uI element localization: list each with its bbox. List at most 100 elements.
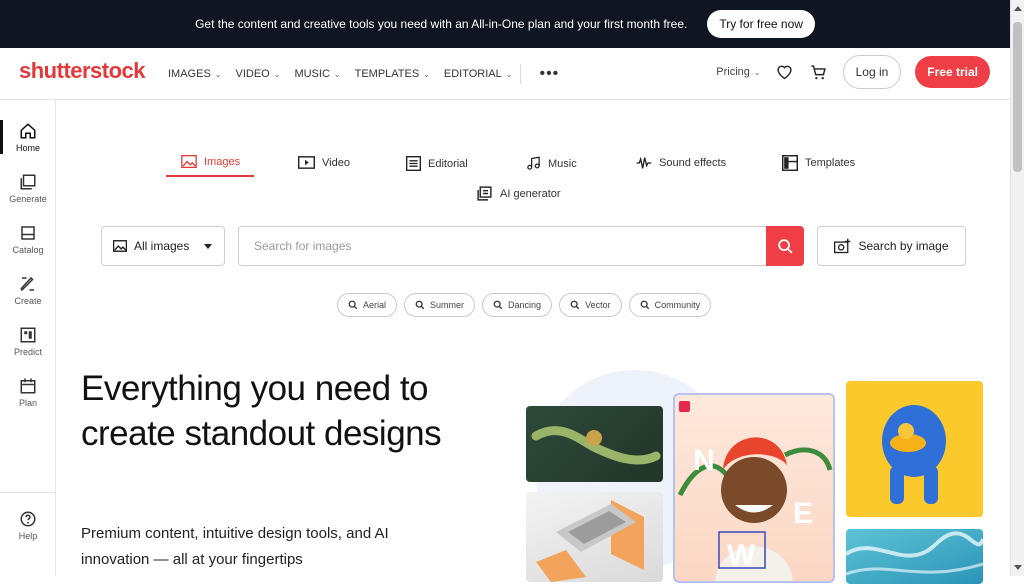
tab-label: Editorial: [428, 157, 468, 170]
shutterstock-logo[interactable]: shutterstock: [19, 58, 146, 84]
collage-letter-e: E: [793, 497, 813, 530]
login-button[interactable]: Log in: [842, 55, 902, 89]
media-type-dropdown[interactable]: All images: [101, 226, 225, 266]
nav-music[interactable]: MUSIC ⌄: [294, 68, 340, 80]
main-nav: IMAGES ⌄ VIDEO ⌄ MUSIC ⌄ TEMPLATES ⌄ EDITORI…: [168, 64, 559, 84]
catalog-icon: [21, 226, 35, 240]
sidebar-label: Help: [18, 531, 38, 541]
chip-summer[interactable]: Summer: [404, 293, 476, 317]
chip-label: Aerial: [363, 300, 387, 310]
cart-icon[interactable]: [809, 62, 829, 82]
nav-images[interactable]: IMAGES ⌄: [168, 68, 222, 80]
wave-sculpture-illustration: [531, 426, 661, 465]
nav-templates[interactable]: TEMPLATES ⌄: [355, 68, 430, 80]
nav-music-label: MUSIC: [294, 68, 330, 80]
blue-creature-illustration: [882, 405, 946, 504]
search-input[interactable]: [239, 227, 766, 265]
search-icon: [348, 300, 358, 310]
header-actions: Pricing ⌄ Log in Free trial: [716, 55, 990, 89]
chip-label: Dancing: [508, 300, 542, 310]
sidebar-item-plan[interactable]: Plan: [0, 377, 56, 408]
nav-templates-label: TEMPLATES: [354, 68, 420, 80]
tab-ai-generator[interactable]: AI generator: [476, 185, 561, 202]
search-icon: [777, 238, 793, 254]
collage-letter-n: N: [693, 444, 715, 477]
sidebar-item-catalog[interactable]: Catalog: [0, 224, 56, 255]
blue-creature-image[interactable]: [846, 381, 983, 517]
nav-video[interactable]: VIDEO ⌄: [236, 68, 281, 80]
help-icon: [20, 511, 36, 527]
chip-label: Vector: [585, 300, 611, 310]
media-type-value: All images: [134, 239, 190, 253]
pricing-menu[interactable]: Pricing ⌄: [716, 66, 760, 78]
video-icon: [298, 156, 315, 169]
sidebar-item-help[interactable]: Help: [0, 510, 56, 541]
editorial-icon: [406, 156, 421, 171]
chip-label: Community: [654, 300, 701, 310]
search-by-image-label: Search by image: [858, 239, 949, 253]
chip-community[interactable]: Community: [628, 293, 712, 317]
nav-images-label: IMAGES: [168, 68, 211, 80]
heart-icon[interactable]: [775, 62, 795, 82]
sidebar-label: Plan: [18, 398, 37, 408]
nav-editorial-label: EDITORIAL: [443, 68, 502, 80]
waveform-icon: [636, 156, 652, 169]
chip-label: Summer: [430, 300, 465, 310]
search-button[interactable]: [766, 226, 804, 266]
create-icon: [20, 276, 34, 292]
templates-icon: [782, 155, 798, 171]
collage-letter-w: W: [727, 539, 756, 572]
sidebar-label: Predict: [13, 347, 42, 357]
sidebar-item-generate[interactable]: Generate: [0, 173, 56, 204]
tab-label: Sound effects: [659, 157, 727, 169]
nav-editorial[interactable]: EDITORIAL ⌄: [444, 68, 513, 80]
sidebar-label: Create: [14, 296, 42, 306]
promo-text: Get the content and creative tools you n…: [195, 17, 688, 31]
image-icon: [181, 155, 197, 168]
search-icon: [415, 300, 425, 310]
home-icon: [20, 123, 36, 139]
free-trial-button[interactable]: Free trial: [915, 56, 990, 88]
scroll-up-arrow-icon[interactable]: [1014, 6, 1022, 11]
promo-banner: Get the content and creative tools you n…: [0, 0, 1010, 48]
camera-plus-icon: [834, 238, 851, 254]
search-by-image-button[interactable]: Search by image: [817, 226, 966, 266]
sidebar-item-predict[interactable]: Predict: [0, 326, 56, 357]
tab-music[interactable]: Music: [526, 156, 577, 171]
scrollbar[interactable]: [1010, 0, 1024, 576]
tab-images[interactable]: Images: [181, 155, 240, 168]
tab-label: Music: [548, 157, 577, 170]
caret-down-icon: [204, 243, 213, 249]
sidebar-label: Generate: [9, 194, 47, 204]
chevron-down-icon: ⌄: [753, 67, 761, 77]
sidebar-item-home[interactable]: Home: [0, 122, 56, 153]
tab-label: Templates: [805, 157, 856, 169]
laptop-image[interactable]: [526, 492, 663, 582]
featured-portrait-image[interactable]: N E W: [673, 393, 835, 583]
tab-templates[interactable]: Templates: [782, 155, 855, 171]
tab-label: AI generator: [500, 187, 561, 200]
calendar-icon: [20, 378, 36, 394]
sidebar-label: Home: [15, 143, 40, 153]
chip-dancing[interactable]: Dancing: [482, 293, 553, 317]
chip-aerial[interactable]: Aerial: [337, 293, 398, 317]
sidebar-item-create[interactable]: Create: [0, 275, 56, 306]
chevron-down-icon: ⌄: [214, 69, 222, 79]
scroll-down-arrow-icon[interactable]: [1014, 565, 1022, 570]
tab-editorial[interactable]: Editorial: [406, 156, 468, 171]
chip-vector[interactable]: Vector: [559, 293, 622, 317]
chevron-down-icon: ⌄: [505, 69, 513, 79]
left-sidebar: Home Generate Catalog Create Predict Pla…: [0, 100, 56, 576]
tab-sound-effects[interactable]: Sound effects: [636, 156, 726, 170]
chevron-down-icon: ⌄: [423, 69, 430, 79]
green-abstract-image[interactable]: [526, 406, 663, 482]
image-icon: [113, 240, 127, 252]
chevron-down-icon: ⌄: [333, 69, 341, 79]
tab-video[interactable]: Video: [298, 156, 350, 169]
suggestion-chips: Aerial Summer Dancing Vector Community: [337, 293, 712, 317]
try-free-button[interactable]: Try for free now: [707, 10, 815, 38]
more-options-icon[interactable]: •••: [539, 65, 559, 83]
laptop-illustration: [536, 500, 644, 582]
search-icon: [493, 300, 503, 310]
scroll-thumb[interactable]: [1013, 22, 1022, 172]
